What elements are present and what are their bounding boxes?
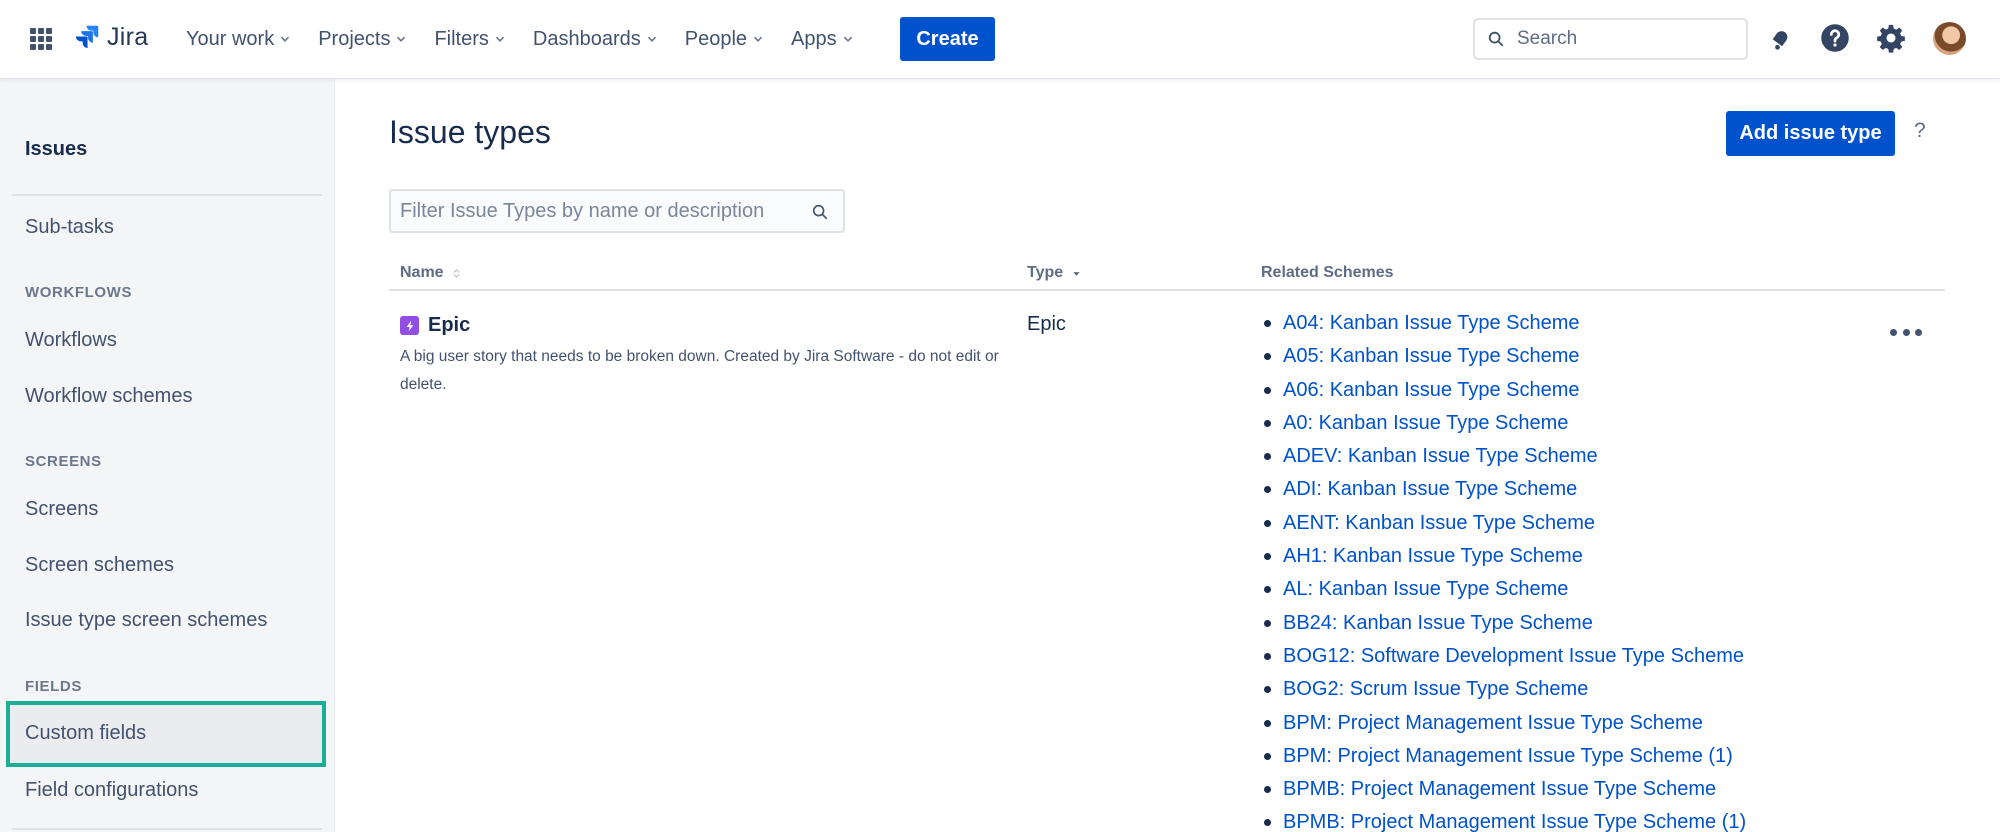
dot	[1890, 328, 1897, 336]
notifications-icon[interactable]	[1765, 22, 1797, 54]
dot	[1902, 328, 1910, 336]
scheme-link[interactable]: BPMB: Project Management Issue Type Sche…	[1262, 809, 1746, 832]
sidebar: Issues Sub-tasks WORKFLOWS Workflows Wor…	[0, 78, 335, 832]
menu-filters[interactable]: Filters	[434, 28, 504, 51]
sidebar-item-issue-type-screen-schemes[interactable]: Issue type screen schemes	[25, 609, 267, 632]
chevron-down-icon	[753, 36, 763, 42]
create-button[interactable]: Create	[900, 17, 995, 61]
sidebar-divider	[12, 828, 322, 830]
menu-projects[interactable]: Projects	[318, 28, 406, 51]
sidebar-item-screen-schemes[interactable]: Screen schemes	[25, 554, 174, 577]
menu-people[interactable]: People	[685, 28, 763, 51]
scheme-link[interactable]: BB24: Kanban Issue Type Scheme	[1262, 610, 1746, 643]
sidebar-item-screens[interactable]: Screens	[25, 498, 98, 521]
scheme-link[interactable]: A06: Kanban Issue Type Scheme	[1262, 377, 1746, 410]
add-issue-type-button[interactable]: Add issue type	[1726, 111, 1895, 156]
settings-icon[interactable]	[1875, 22, 1907, 54]
chevron-down-icon	[495, 36, 504, 42]
sort-descending-icon	[1073, 271, 1080, 276]
search-box[interactable]	[1473, 18, 1748, 60]
scheme-link[interactable]: A05: Kanban Issue Type Scheme	[1262, 343, 1746, 376]
column-header-name[interactable]: Name	[400, 264, 461, 282]
chevron-down-icon	[843, 36, 852, 42]
chevron-down-icon	[397, 36, 406, 42]
scheme-link[interactable]: BOG12: Software Development Issue Type S…	[1262, 643, 1746, 676]
scheme-link[interactable]: AENT: Kanban Issue Type Scheme	[1262, 510, 1746, 543]
related-schemes-list: A04: Kanban Issue Type Scheme A05: Kanba…	[1262, 310, 1746, 832]
sidebar-section-screens: SCREENS	[25, 453, 102, 470]
sidebar-divider	[12, 194, 322, 196]
scheme-link[interactable]: BPM: Project Management Issue Type Schem…	[1262, 743, 1746, 776]
scheme-link[interactable]: ADEV: Kanban Issue Type Scheme	[1262, 443, 1746, 476]
app-switcher-icon[interactable]	[30, 28, 52, 50]
scheme-link[interactable]: ADI: Kanban Issue Type Scheme	[1262, 476, 1746, 509]
sidebar-item-workflow-schemes[interactable]: Workflow schemes	[25, 385, 192, 408]
sidebar-item-field-configurations[interactable]: Field configurations	[25, 779, 198, 802]
sort-icon	[452, 268, 460, 278]
menu-your-work[interactable]: Your work	[186, 28, 290, 51]
page-title: Issue types	[389, 114, 551, 150]
menu-apps[interactable]: Apps	[791, 28, 853, 51]
scheme-link[interactable]: BPMB: Project Management Issue Type Sche…	[1262, 776, 1746, 809]
search-input[interactable]	[1517, 28, 1717, 50]
scheme-link[interactable]: A04: Kanban Issue Type Scheme	[1262, 310, 1746, 343]
epic-icon	[400, 316, 419, 335]
help-link[interactable]: ?	[1914, 119, 1926, 143]
menu-label: Projects	[318, 27, 391, 50]
dot	[1915, 328, 1922, 336]
jira-logo-icon	[75, 25, 99, 49]
scheme-link[interactable]: BOG2: Scrum Issue Type Scheme	[1262, 676, 1746, 709]
menu-label: Filters	[434, 27, 489, 50]
filter-box[interactable]	[389, 189, 845, 233]
issue-type-type: Epic	[1027, 313, 1066, 335]
sidebar-item-custom-fields[interactable]: Custom fields	[6, 701, 326, 767]
sidebar-item-sub-tasks[interactable]: Sub-tasks	[25, 216, 114, 239]
sidebar-item-label: Custom fields	[25, 722, 147, 744]
help-icon[interactable]	[1819, 22, 1851, 54]
product-name: Jira	[107, 22, 149, 51]
scheme-link[interactable]: BPM: Project Management Issue Type Schem…	[1262, 710, 1746, 743]
chevron-down-icon	[281, 36, 290, 42]
main-menu: Your work Projects Filters Dashboards Pe…	[186, 0, 881, 78]
top-navigation: Jira Your work Projects Filters Dashboar…	[0, 0, 2000, 78]
sidebar-item-workflows[interactable]: Workflows	[25, 329, 117, 352]
column-header-label: Type	[1027, 264, 1064, 281]
column-header-label: Name	[400, 264, 444, 281]
menu-label: Apps	[791, 27, 837, 50]
column-header-related-schemes: Related Schemes	[1261, 264, 1394, 281]
scheme-link[interactable]: AH1: Kanban Issue Type Scheme	[1262, 543, 1746, 576]
menu-label: Your work	[186, 27, 275, 50]
chevron-down-icon	[647, 36, 656, 42]
scheme-link[interactable]: A0: Kanban Issue Type Scheme	[1262, 410, 1746, 443]
issue-type-description: A big user story that needs to be broken…	[400, 348, 999, 393]
sidebar-section-workflows: WORKFLOWS	[25, 284, 133, 301]
menu-dashboards[interactable]: Dashboards	[533, 28, 657, 51]
sidebar-section-fields: FIELDS	[25, 678, 82, 695]
scheme-link[interactable]: AL: Kanban Issue Type Scheme	[1262, 576, 1746, 609]
more-actions-button[interactable]	[1890, 322, 1922, 342]
menu-label: Dashboards	[532, 27, 641, 50]
table-header-divider	[389, 289, 1945, 291]
column-header-type[interactable]: Type	[1027, 264, 1081, 282]
sidebar-title: Issues	[25, 138, 88, 160]
issue-type-name: Epic	[428, 314, 471, 336]
filter-input[interactable]	[400, 199, 800, 223]
jira-logo[interactable]: Jira	[72, 22, 148, 52]
search-icon	[1488, 31, 1504, 47]
avatar[interactable]	[1933, 22, 1966, 55]
menu-label: People	[684, 27, 748, 50]
search-icon	[812, 204, 828, 220]
